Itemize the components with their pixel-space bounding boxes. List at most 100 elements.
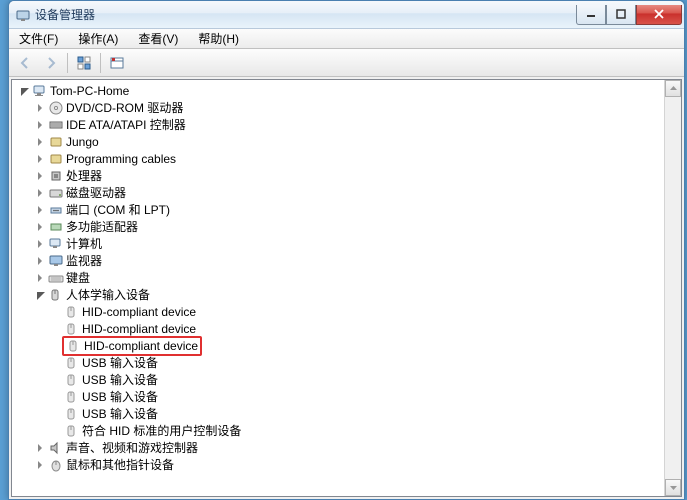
tree-device[interactable]: HID-compliant device — [12, 320, 681, 337]
menu-help[interactable]: 帮助(H) — [192, 28, 245, 49]
device-manager-window: 设备管理器 文件(F) 操作(A) 查看(V) 帮助(H) Tom-PC-Hom… — [8, 0, 685, 500]
node-label: Jungo — [66, 135, 99, 149]
tree-device[interactable]: HID-compliant device — [12, 303, 681, 320]
tree-category[interactable]: 键盘 — [12, 269, 681, 286]
expander-icon[interactable] — [32, 219, 48, 235]
hid-dev-icon — [64, 304, 80, 320]
disk-icon — [48, 185, 64, 201]
hid-dev-icon — [64, 355, 80, 371]
tree-category[interactable]: Jungo — [12, 133, 681, 150]
hid-dev-icon — [64, 389, 80, 405]
tree-category[interactable]: DVD/CD-ROM 驱动器 — [12, 99, 681, 116]
hid-icon — [48, 287, 64, 303]
expander-icon[interactable] — [32, 253, 48, 269]
scroll-down-arrow[interactable] — [665, 479, 681, 496]
expander-icon[interactable] — [32, 287, 48, 303]
window-title: 设备管理器 — [35, 6, 576, 23]
forward-button[interactable] — [39, 51, 63, 75]
expander-icon[interactable] — [32, 185, 48, 201]
tree-category[interactable]: 多功能适配器 — [12, 218, 681, 235]
scroll-up-arrow[interactable] — [665, 80, 681, 97]
expander-icon[interactable] — [32, 100, 48, 116]
close-button[interactable] — [636, 5, 682, 25]
node-label: 计算机 — [66, 235, 102, 252]
toolbar-separator — [67, 53, 68, 73]
menu-file[interactable]: 文件(F) — [13, 28, 64, 49]
expander-icon[interactable] — [32, 236, 48, 252]
expander-icon[interactable] — [32, 151, 48, 167]
tree-device[interactable]: USB 输入设备 — [12, 405, 681, 422]
node-label: USB 输入设备 — [82, 371, 158, 388]
node-label: DVD/CD-ROM 驱动器 — [66, 99, 183, 116]
maximize-button[interactable] — [606, 5, 636, 25]
generic-icon — [48, 134, 64, 150]
hid-dev-icon — [64, 321, 80, 337]
cpu-icon — [48, 168, 64, 184]
tree-device[interactable]: USB 输入设备 — [12, 388, 681, 405]
tree-device[interactable]: HID-compliant device — [12, 337, 681, 354]
menu-view[interactable]: 查看(V) — [132, 28, 184, 49]
node-label: IDE ATA/ATAPI 控制器 — [66, 116, 186, 133]
titlebar[interactable]: 设备管理器 — [9, 1, 684, 29]
node-label: USB 输入设备 — [82, 405, 158, 422]
tree-category[interactable]: IDE ATA/ATAPI 控制器 — [12, 116, 681, 133]
hid-dev-icon — [64, 423, 80, 439]
node-label: 监视器 — [66, 252, 102, 269]
device-tree[interactable]: Tom-PC-HomeDVD/CD-ROM 驱动器IDE ATA/ATAPI 控… — [12, 80, 681, 496]
adapter-icon — [48, 219, 64, 235]
expander-icon[interactable] — [32, 117, 48, 133]
tree-category[interactable]: 磁盘驱动器 — [12, 184, 681, 201]
tree-category[interactable]: 端口 (COM 和 LPT) — [12, 201, 681, 218]
expander-icon[interactable] — [32, 457, 48, 473]
menubar: 文件(F) 操作(A) 查看(V) 帮助(H) — [9, 29, 684, 49]
node-label: USB 输入设备 — [82, 388, 158, 405]
vertical-scrollbar[interactable] — [664, 80, 681, 496]
node-label: 人体学输入设备 — [66, 286, 150, 303]
tree-category[interactable]: 处理器 — [12, 167, 681, 184]
tree-category[interactable]: 人体学输入设备 — [12, 286, 681, 303]
properties-button[interactable] — [105, 51, 129, 75]
node-label: 磁盘驱动器 — [66, 184, 126, 201]
node-label: HID-compliant device — [84, 339, 198, 353]
node-label: Tom-PC-Home — [50, 84, 129, 98]
node-label: 符合 HID 标准的用户控制设备 — [82, 422, 241, 439]
hid-dev-icon — [64, 372, 80, 388]
menu-action[interactable]: 操作(A) — [72, 28, 124, 49]
node-label: 处理器 — [66, 167, 102, 184]
node-label: 多功能适配器 — [66, 218, 138, 235]
computer-icon — [32, 83, 48, 99]
show-hidden-button[interactable] — [72, 51, 96, 75]
tree-category[interactable]: 监视器 — [12, 252, 681, 269]
hid-dev-icon — [64, 406, 80, 422]
node-label: 键盘 — [66, 269, 90, 286]
node-label: HID-compliant device — [82, 305, 196, 319]
node-label: 端口 (COM 和 LPT) — [66, 201, 170, 218]
window-controls — [576, 5, 682, 25]
expander-icon[interactable] — [32, 134, 48, 150]
generic-icon — [48, 151, 64, 167]
scroll-track[interactable] — [665, 97, 681, 479]
expander-icon[interactable] — [32, 168, 48, 184]
expander-icon[interactable] — [32, 202, 48, 218]
tree-device[interactable]: USB 输入设备 — [12, 354, 681, 371]
tree-category[interactable]: 鼠标和其他指针设备 — [12, 456, 681, 473]
highlighted-item: HID-compliant device — [62, 336, 202, 356]
minimize-button[interactable] — [576, 5, 606, 25]
tree-panel: Tom-PC-HomeDVD/CD-ROM 驱动器IDE ATA/ATAPI 控… — [11, 79, 682, 497]
tree-root[interactable]: Tom-PC-Home — [12, 82, 681, 99]
back-button[interactable] — [13, 51, 37, 75]
tree-category[interactable]: 计算机 — [12, 235, 681, 252]
node-label: 鼠标和其他指针设备 — [66, 456, 174, 473]
tree-device[interactable]: USB 输入设备 — [12, 371, 681, 388]
toolbar-separator — [100, 53, 101, 73]
expander-icon[interactable] — [32, 440, 48, 456]
mouse-icon — [48, 457, 64, 473]
port-icon — [48, 202, 64, 218]
monitor-icon — [48, 253, 64, 269]
expander-icon[interactable] — [16, 83, 32, 99]
node-label: Programming cables — [66, 152, 176, 166]
tree-device[interactable]: 符合 HID 标准的用户控制设备 — [12, 422, 681, 439]
tree-category[interactable]: Programming cables — [12, 150, 681, 167]
tree-category[interactable]: 声音、视频和游戏控制器 — [12, 439, 681, 456]
expander-icon[interactable] — [32, 270, 48, 286]
